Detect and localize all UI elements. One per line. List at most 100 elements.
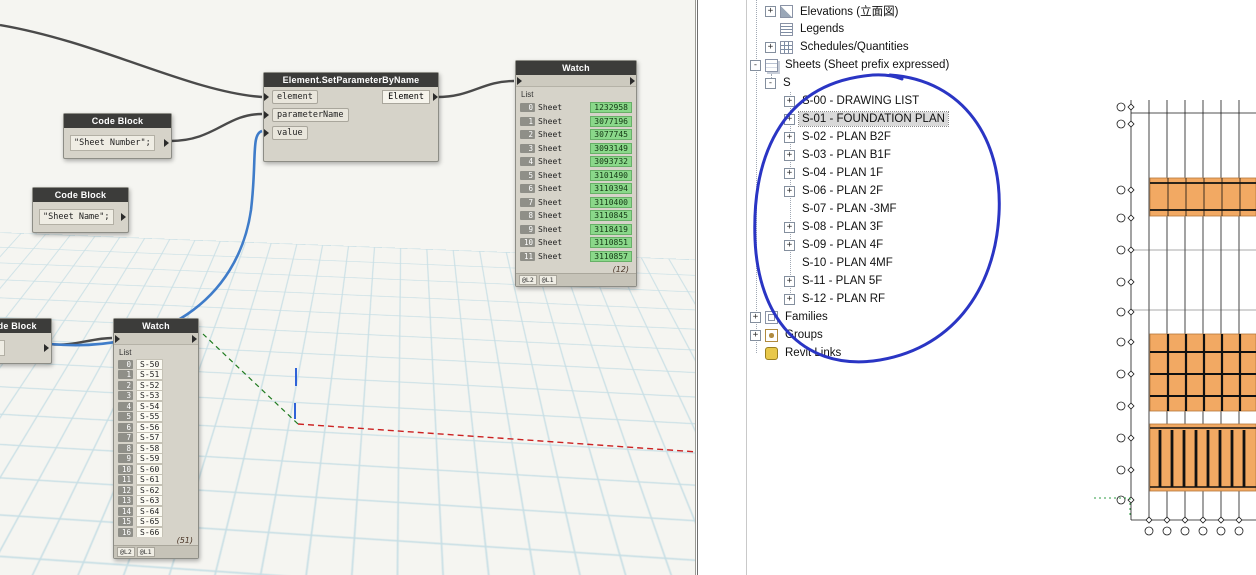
tree-item[interactable]: + S-02 - PLAN B2F xyxy=(750,128,1070,146)
expand-toggle[interactable]: + xyxy=(784,240,795,251)
output-port[interactable] xyxy=(630,77,635,85)
expand-toggle[interactable]: - xyxy=(750,60,761,71)
expand-toggle[interactable]: + xyxy=(784,114,795,125)
tree-item-label[interactable]: Groups xyxy=(782,328,826,342)
tree-item-label[interactable]: S-01 - FOUNDATION PLAN xyxy=(799,112,948,126)
expand-toggle[interactable]: + xyxy=(765,6,776,17)
tree-item-label[interactable]: S-06 - PLAN 2F xyxy=(799,184,886,198)
tree-item-label[interactable]: S-07 - PLAN -3MF xyxy=(799,202,900,216)
tree-item[interactable]: - S xyxy=(750,74,1070,92)
expand-toggle[interactable]: + xyxy=(765,42,776,53)
code-block-node-sheet-name[interactable]: Code Block "Sheet Name"; xyxy=(32,187,129,233)
wire[interactable] xyxy=(170,114,262,141)
tree-item[interactable]: + S-01 - FOUNDATION PLAN xyxy=(750,110,1070,128)
code-text[interactable]: a+b; xyxy=(0,340,5,356)
expand-toggle[interactable]: - xyxy=(765,78,776,89)
input-port[interactable] xyxy=(264,93,269,101)
watch-node-sheets[interactable]: Watch List 0 Sheet 1232958 1 Sheet 30771… xyxy=(515,60,637,287)
tree-item-label[interactable]: S-00 - DRAWING LIST xyxy=(799,94,922,108)
code-block-node-ab[interactable]: Code Block a+b; xyxy=(0,318,52,364)
output-port[interactable] xyxy=(433,93,438,101)
tree-item[interactable]: + S-08 - PLAN 3F xyxy=(750,218,1070,236)
code-text[interactable]: "Sheet Name"; xyxy=(39,209,114,225)
tree-item-label[interactable]: Schedules/Quantities xyxy=(797,40,912,54)
lacing-l2-button[interactable]: @L2 xyxy=(519,275,537,285)
tree-item[interactable]: + S-04 - PLAN 1F xyxy=(750,164,1070,182)
tree-item-label[interactable]: S-08 - PLAN 3F xyxy=(799,220,886,234)
tree-item[interactable]: Revit Links xyxy=(750,344,1070,362)
wire[interactable] xyxy=(0,25,262,97)
tree-item-label[interactable]: S-10 - PLAN 4MF xyxy=(799,256,896,270)
selected-wire[interactable] xyxy=(50,131,262,345)
expand-toggle[interactable]: + xyxy=(784,186,795,197)
input-port[interactable] xyxy=(264,129,269,137)
tree-item[interactable]: + S-03 - PLAN B1F xyxy=(750,146,1070,164)
tree-item-label[interactable]: S-03 - PLAN B1F xyxy=(799,148,894,162)
watch-list-item: 4 S-54 xyxy=(118,401,194,412)
tree-item-label[interactable]: S-09 - PLAN 4F xyxy=(799,238,886,252)
output-port[interactable] xyxy=(164,139,169,147)
lacing-l1-button[interactable]: @L1 xyxy=(539,275,557,285)
tree-item[interactable]: + Groups xyxy=(750,326,1070,344)
wire[interactable] xyxy=(437,81,514,97)
watch-node-names[interactable]: Watch List 0 S-50 1 S-51 2 S-52 3 S-53 4… xyxy=(113,318,199,559)
expand-toggle[interactable]: + xyxy=(784,132,795,143)
output-port[interactable] xyxy=(192,335,197,343)
expand-toggle[interactable]: + xyxy=(784,222,795,233)
tree-item[interactable]: + S-00 - DRAWING LIST xyxy=(750,92,1070,110)
tree-item[interactable]: + Families xyxy=(750,308,1070,326)
item-value: 3101490 xyxy=(590,170,632,181)
code-text[interactable]: "Sheet Number"; xyxy=(70,135,155,151)
node-title[interactable]: Code Block xyxy=(33,188,128,202)
node-title[interactable]: Code Block xyxy=(64,114,171,128)
lacing-l1-button[interactable]: @L1 xyxy=(137,547,155,557)
input-port[interactable] xyxy=(517,77,522,85)
tree-item[interactable]: + Elevations (立面図) xyxy=(750,2,1070,20)
item-type: Sheet xyxy=(538,211,587,220)
tree-item[interactable]: + S-06 - PLAN 2F xyxy=(750,182,1070,200)
tree-item[interactable]: + S-12 - PLAN RF xyxy=(750,290,1070,308)
tree-item-label[interactable]: S-04 - PLAN 1F xyxy=(799,166,886,180)
lacing-l2-button[interactable]: @L2 xyxy=(117,547,135,557)
tree-item[interactable]: + S-11 - PLAN 5F xyxy=(750,272,1070,290)
set-parameter-node[interactable]: Element.SetParameterByName element param… xyxy=(263,72,439,162)
expand-toggle[interactable]: + xyxy=(784,168,795,179)
tree-item-label[interactable]: S-12 - PLAN RF xyxy=(799,292,888,306)
expand-toggle[interactable]: + xyxy=(784,294,795,305)
input-port[interactable] xyxy=(264,111,269,119)
tree-item[interactable]: S-07 - PLAN -3MF xyxy=(750,200,1070,218)
tree-item-label[interactable]: S-02 - PLAN B2F xyxy=(799,130,894,144)
output-port[interactable] xyxy=(44,344,49,352)
tree-item-label[interactable]: Sheets (Sheet prefix expressed) xyxy=(782,58,952,72)
output-port[interactable] xyxy=(121,213,126,221)
node-title[interactable]: Watch xyxy=(114,319,198,333)
expand-toggle[interactable]: + xyxy=(784,150,795,161)
item-value: 3077745 xyxy=(590,129,632,140)
panel-divider[interactable] xyxy=(697,0,698,575)
node-title[interactable]: Watch xyxy=(516,61,636,75)
expand-toggle[interactable]: + xyxy=(784,96,795,107)
tree-item[interactable]: + Schedules/Quantities xyxy=(750,38,1070,56)
expand-toggle[interactable]: + xyxy=(784,276,795,287)
dynamo-canvas[interactable]: Code Block "Sheet Number"; Code Block "S… xyxy=(0,0,696,575)
tree-item-label[interactable]: Families xyxy=(782,310,831,324)
watch-list-item: 14 S-64 xyxy=(118,506,194,517)
tree-item[interactable]: Legends xyxy=(750,20,1070,38)
expand-toggle[interactable]: + xyxy=(750,312,761,323)
tree-item-label[interactable]: S-11 - PLAN 5F xyxy=(799,274,885,288)
tree-item-label[interactable]: Elevations (立面図) xyxy=(797,2,901,20)
tree-item-icon xyxy=(765,329,778,342)
node-title[interactable]: Code Block xyxy=(0,319,51,333)
plan-view[interactable] xyxy=(1090,0,1256,575)
tree-item-label[interactable]: Legends xyxy=(797,22,847,36)
code-block-node-sheet-number[interactable]: Code Block "Sheet Number"; xyxy=(63,113,172,159)
node-title[interactable]: Element.SetParameterByName xyxy=(264,73,438,87)
tree-item-label[interactable]: S xyxy=(780,76,794,90)
tree-item[interactable]: - Sheets (Sheet prefix expressed) xyxy=(750,56,1070,74)
expand-toggle[interactable]: + xyxy=(750,330,761,341)
tree-item-label[interactable]: Revit Links xyxy=(782,346,844,360)
input-port[interactable] xyxy=(115,335,120,343)
tree-item[interactable]: + S-09 - PLAN 4F xyxy=(750,236,1070,254)
tree-item[interactable]: S-10 - PLAN 4MF xyxy=(750,254,1070,272)
item-type: Sheet xyxy=(538,238,587,247)
